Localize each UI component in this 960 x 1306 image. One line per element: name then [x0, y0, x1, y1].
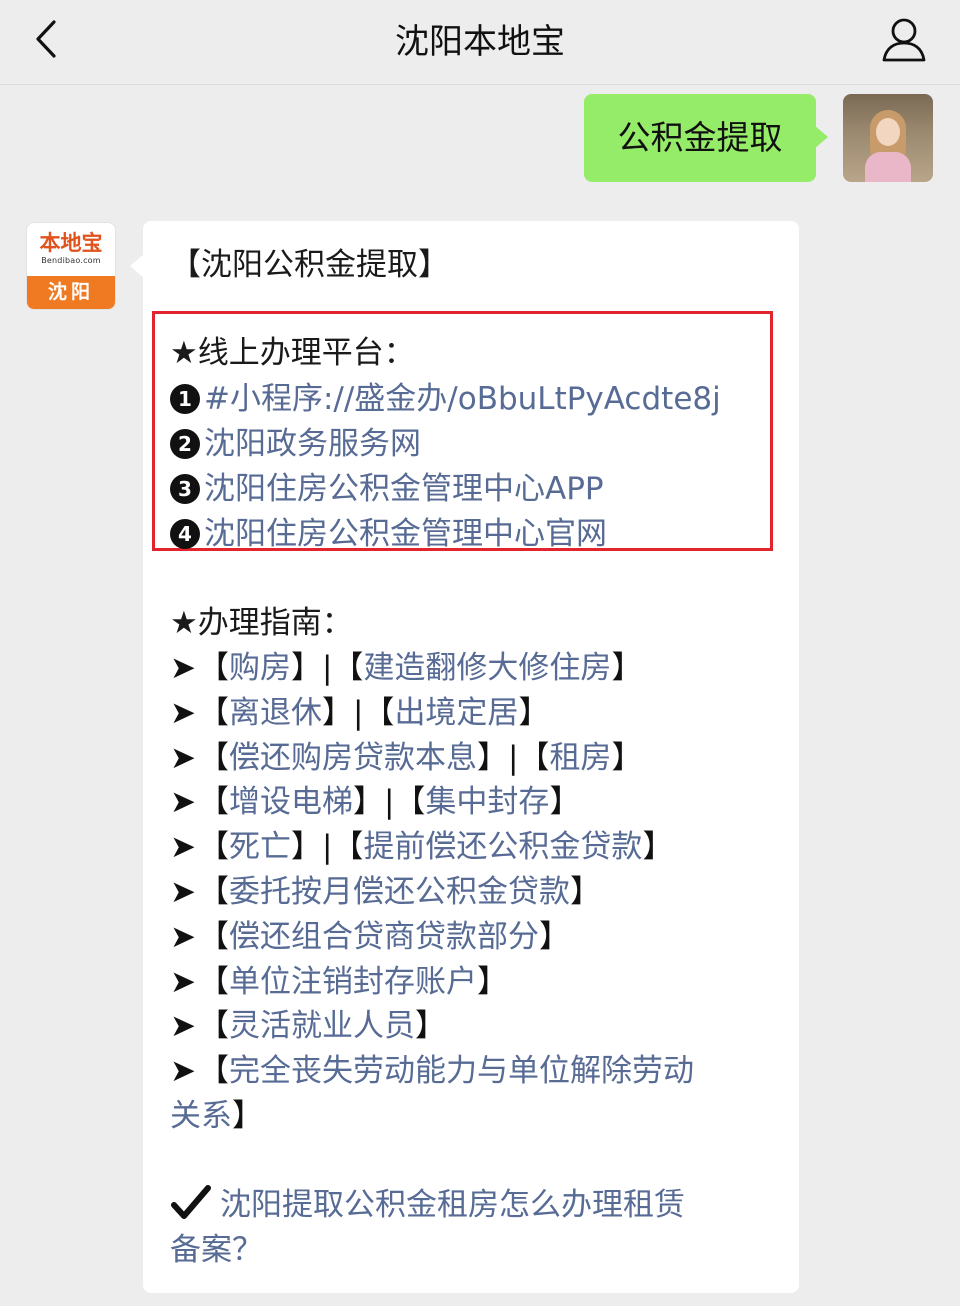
- outgoing-message-bubble[interactable]: 公积金提取: [584, 94, 816, 182]
- guide-link[interactable]: 关系: [170, 1098, 232, 1134]
- guide-row: ➤【购房】|【建造翻修大修住房】: [170, 650, 643, 686]
- number-badge: 4: [170, 519, 200, 549]
- platform-item[interactable]: 4 沈阳住房公积金管理中心官网: [170, 514, 607, 554]
- guide-row: ➤【偿还组合贷商贷款部分】: [170, 919, 570, 955]
- guide-row: ➤【完全丧失劳动能力与单位解除劳动: [170, 1053, 694, 1089]
- brand-url: Bendibao.com: [41, 256, 101, 265]
- faq-item-continued[interactable]: 备案？: [170, 1230, 263, 1270]
- user-avatar[interactable]: [843, 94, 933, 182]
- online-platforms-header: ★线上办理平台：: [170, 335, 415, 371]
- reply-bubble-tail: [130, 254, 144, 278]
- guide-link[interactable]: 建造翻修大修住房: [363, 650, 611, 686]
- guide-link[interactable]: 购房: [229, 650, 291, 686]
- guide-row: ➤【偿还购房贷款本息】|【租房】: [170, 740, 643, 776]
- guide-row-continued: 关系】: [170, 1098, 263, 1134]
- user-icon[interactable]: [878, 14, 930, 66]
- guide-link[interactable]: 偿还组合贷商贷款部分: [229, 919, 539, 955]
- guide-link[interactable]: 单位注销封存账户: [229, 964, 477, 1000]
- guide-row: ➤【离退休】|【出境定居】: [170, 695, 550, 731]
- brand-logo-text: 本地宝: [39, 230, 103, 255]
- guide-row: ➤【单位注销封存账户】: [170, 964, 508, 1000]
- guide-link[interactable]: 灵活就业人员: [229, 1008, 415, 1044]
- guide-link[interactable]: 死亡: [229, 829, 291, 865]
- number-badge: 1: [170, 384, 200, 414]
- guide-link[interactable]: 偿还购房贷款本息: [229, 740, 477, 776]
- faq-link[interactable]: 沈阳提取公积金租房怎么办理租赁: [220, 1187, 685, 1223]
- guide-header: ★办理指南：: [170, 605, 353, 641]
- guide-link[interactable]: 租房: [549, 740, 611, 776]
- gov-service-link[interactable]: 沈阳政务服务网: [204, 426, 421, 462]
- faq-link[interactable]: 备案？: [170, 1232, 263, 1268]
- guide-link[interactable]: 集中封存: [425, 784, 549, 820]
- brand-city-label: 沈阳: [27, 276, 115, 309]
- guide-link[interactable]: 增设电梯: [229, 784, 353, 820]
- guide-row: ➤【死亡】|【提前偿还公积金贷款】: [170, 829, 674, 865]
- navbar: 沈阳本地宝: [0, 0, 960, 85]
- account-avatar[interactable]: 本地宝 Bendibao.com 沈阳: [26, 222, 116, 310]
- official-site-link[interactable]: 沈阳住房公积金管理中心官网: [204, 516, 607, 552]
- number-badge: 3: [170, 474, 200, 504]
- page-title: 沈阳本地宝: [395, 22, 565, 62]
- number-badge: 2: [170, 429, 200, 459]
- guide-link[interactable]: 出境定居: [394, 695, 518, 731]
- app-link[interactable]: 沈阳住房公积金管理中心APP: [204, 471, 604, 507]
- faq-item[interactable]: 沈阳提取公积金租房怎么办理租赁: [170, 1185, 685, 1225]
- guide-link[interactable]: 离退休: [229, 695, 322, 731]
- guide-row: ➤【灵活就业人员】: [170, 1008, 446, 1044]
- platform-item[interactable]: 1 #小程序://盛金办/oBbuLtPyAcdte8j: [170, 379, 721, 419]
- platform-item[interactable]: 2 沈阳政务服务网: [170, 424, 421, 464]
- check-mark-icon: [171, 1185, 211, 1219]
- reply-title: 【沈阳公积金提取】: [170, 247, 449, 283]
- guide-link[interactable]: 委托按月偿还公积金贷款: [229, 874, 570, 910]
- guide-link[interactable]: 完全丧失劳动能力与单位解除劳动: [229, 1053, 694, 1089]
- guide-row: ➤【委托按月偿还公积金贷款】: [170, 874, 601, 910]
- outgoing-bubble-tail: [814, 125, 828, 149]
- mini-program-link[interactable]: #小程序://盛金办/oBbuLtPyAcdte8j: [204, 381, 721, 417]
- guide-row: ➤【增设电梯】|【集中封存】: [170, 784, 581, 820]
- platform-item[interactable]: 3 沈阳住房公积金管理中心APP: [170, 469, 604, 509]
- guide-link[interactable]: 提前偿还公积金贷款: [363, 829, 642, 865]
